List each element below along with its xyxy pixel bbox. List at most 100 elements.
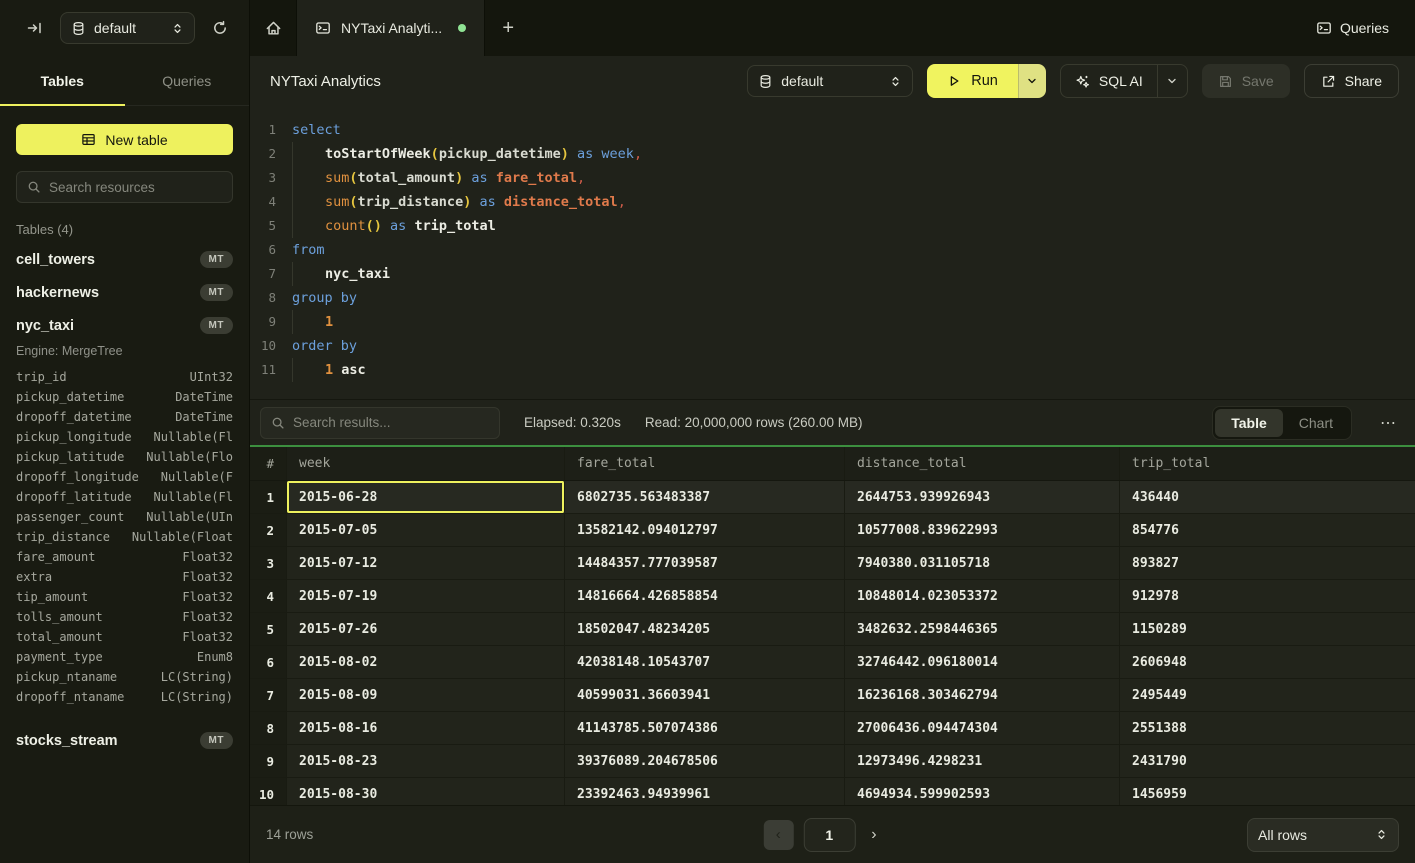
- schema-column: dropoff_latitudeNullable(Fl: [16, 490, 233, 510]
- sidebar-tab-queries[interactable]: Queries: [125, 56, 250, 105]
- editor-line[interactable]: 5count() as trip_total: [250, 214, 1415, 238]
- table-cell[interactable]: 7940380.031105718: [845, 547, 1120, 579]
- database-icon: [71, 21, 86, 36]
- query-database-selector[interactable]: default: [747, 65, 913, 97]
- sidebar-table-hackernews[interactable]: hackernews MT: [0, 276, 249, 309]
- table-cell[interactable]: 854776: [1120, 514, 1415, 546]
- save-button[interactable]: Save: [1202, 64, 1290, 98]
- table-cell[interactable]: 1456959: [1120, 778, 1415, 805]
- table-cell[interactable]: 2644753.939926943: [845, 481, 1120, 513]
- next-page-button[interactable]: ›: [865, 826, 882, 844]
- table-cell[interactable]: 2015-07-19: [287, 580, 565, 612]
- table-cell[interactable]: 2015-07-05: [287, 514, 565, 546]
- table-cell[interactable]: 2495449: [1120, 679, 1415, 711]
- table-cell[interactable]: 14816664.426858854: [565, 580, 845, 612]
- editor-line[interactable]: 7nyc_taxi: [250, 262, 1415, 286]
- column-name: pickup_latitude: [16, 450, 124, 470]
- table-cell[interactable]: 42038148.10543707: [565, 646, 845, 678]
- line-code: sum(trip_distance) as distance_total,: [292, 190, 626, 214]
- view-tab-table[interactable]: Table: [1215, 409, 1283, 437]
- table-cell[interactable]: 2606948: [1120, 646, 1415, 678]
- table-row: 32015-07-1214484357.7770395877940380.031…: [250, 547, 1415, 580]
- table-cell[interactable]: 2551388: [1120, 712, 1415, 744]
- table-cell[interactable]: 893827: [1120, 547, 1415, 579]
- table-cell[interactable]: 16236168.303462794: [845, 679, 1120, 711]
- collapse-sidebar-icon[interactable]: [20, 13, 50, 43]
- editor-line[interactable]: 8group by: [250, 286, 1415, 310]
- more-options-button[interactable]: ⋯: [1376, 413, 1401, 433]
- column-type: LC(String): [161, 690, 233, 710]
- editor-line[interactable]: 1select: [250, 118, 1415, 142]
- query-toolbar: NYTaxi Analytics default: [250, 56, 1415, 106]
- home-icon[interactable]: [250, 0, 296, 56]
- prev-page-button[interactable]: ‹: [763, 820, 793, 850]
- sidebar-table-nyc-taxi[interactable]: nyc_taxi MT: [0, 309, 249, 342]
- table-cell[interactable]: 40599031.36603941: [565, 679, 845, 711]
- table-cell[interactable]: 12973496.4298231: [845, 745, 1120, 777]
- table-cell[interactable]: 2015-07-26: [287, 613, 565, 645]
- table-cell[interactable]: 912978: [1120, 580, 1415, 612]
- editor-line[interactable]: 10order by: [250, 334, 1415, 358]
- tab-nytaxi-analytics[interactable]: NYTaxi Analyti...: [296, 0, 485, 56]
- editor-line[interactable]: 3sum(total_amount) as fare_total,: [250, 166, 1415, 190]
- editor-line[interactable]: 91: [250, 310, 1415, 334]
- sparkles-icon: [1075, 74, 1090, 89]
- table-cell[interactable]: 2015-08-09: [287, 679, 565, 711]
- terminal-icon: [1316, 20, 1332, 36]
- table-cell[interactable]: 41143785.507074386: [565, 712, 845, 744]
- table-cell[interactable]: 2015-06-28: [287, 481, 565, 513]
- header-cell[interactable]: fare_total: [565, 447, 845, 480]
- table-cell[interactable]: 39376089.204678506: [565, 745, 845, 777]
- run-options-button[interactable]: [1018, 64, 1046, 98]
- sidebar-table-stocks-stream[interactable]: stocks_stream MT: [0, 724, 249, 757]
- sql-ai-options-button[interactable]: [1157, 65, 1187, 97]
- new-tab-button[interactable]: +: [485, 0, 531, 56]
- editor-line[interactable]: 6from: [250, 238, 1415, 262]
- table-cell[interactable]: 18502047.48234205: [565, 613, 845, 645]
- editor-line[interactable]: 111 asc: [250, 358, 1415, 382]
- new-table-button[interactable]: New table: [16, 124, 233, 155]
- refresh-icon[interactable]: [205, 13, 235, 43]
- table-cell[interactable]: 2015-08-16: [287, 712, 565, 744]
- header-cell[interactable]: #: [250, 447, 287, 480]
- table-cell[interactable]: 2015-08-23: [287, 745, 565, 777]
- table-cell[interactable]: 2015-08-30: [287, 778, 565, 805]
- database-selector[interactable]: default: [60, 12, 195, 44]
- table-row: 72015-08-0940599031.3660394116236168.303…: [250, 679, 1415, 712]
- editor-line[interactable]: 2toStartOfWeek(pickup_datetime) as week,: [250, 142, 1415, 166]
- table-cell[interactable]: 10577008.839622993: [845, 514, 1120, 546]
- table-cell[interactable]: 3482632.2598446365: [845, 613, 1120, 645]
- table-cell[interactable]: 13582142.094012797: [565, 514, 845, 546]
- table-cell[interactable]: 4694934.599902593: [845, 778, 1120, 805]
- table-cell[interactable]: 436440: [1120, 481, 1415, 513]
- sql-ai-button[interactable]: SQL AI: [1061, 73, 1157, 89]
- row-number: 10: [250, 778, 287, 805]
- table-cell[interactable]: 2431790: [1120, 745, 1415, 777]
- results-search-input[interactable]: [293, 415, 489, 430]
- page-size-selector[interactable]: All rows: [1247, 818, 1399, 852]
- table-cell[interactable]: 10848014.023053372: [845, 580, 1120, 612]
- share-button[interactable]: Share: [1304, 64, 1399, 98]
- view-tab-chart[interactable]: Chart: [1283, 409, 1349, 437]
- column-name: trip_distance: [16, 530, 110, 550]
- table-cell[interactable]: 1150289: [1120, 613, 1415, 645]
- table-row: 62015-08-0242038148.1054370732746442.096…: [250, 646, 1415, 679]
- editor-line[interactable]: 4sum(trip_distance) as distance_total,: [250, 190, 1415, 214]
- table-cell[interactable]: 23392463.94939961: [565, 778, 845, 805]
- run-button[interactable]: Run: [927, 64, 1018, 98]
- current-page[interactable]: 1: [803, 818, 855, 852]
- table-cell[interactable]: 27006436.094474304: [845, 712, 1120, 744]
- sidebar-tab-tables[interactable]: Tables: [0, 56, 125, 105]
- sql-editor[interactable]: 1select2toStartOfWeek(pickup_datetime) a…: [250, 106, 1415, 400]
- resource-search-input[interactable]: [49, 180, 222, 195]
- sidebar-table-cell-towers[interactable]: cell_towers MT: [0, 243, 249, 276]
- header-cell[interactable]: week: [287, 447, 565, 480]
- header-cell[interactable]: trip_total: [1120, 447, 1415, 480]
- queries-button[interactable]: Queries: [1316, 0, 1415, 56]
- table-cell[interactable]: 2015-08-02: [287, 646, 565, 678]
- table-cell[interactable]: 2015-07-12: [287, 547, 565, 579]
- header-cell[interactable]: distance_total: [845, 447, 1120, 480]
- table-cell[interactable]: 14484357.777039587: [565, 547, 845, 579]
- table-cell[interactable]: 32746442.096180014: [845, 646, 1120, 678]
- table-cell[interactable]: 6802735.563483387: [565, 481, 845, 513]
